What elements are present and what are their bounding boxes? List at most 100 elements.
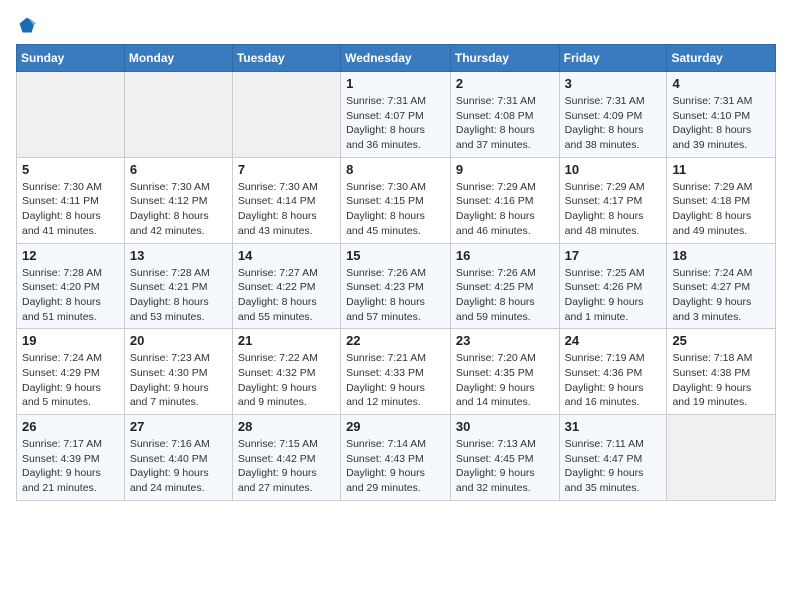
day-number: 11 xyxy=(672,162,770,177)
weekday-header: Sunday xyxy=(17,45,125,72)
calendar-cell: 9 Sunrise: 7:29 AM Sunset: 4:16 PM Daylig… xyxy=(450,157,559,243)
day-number: 22 xyxy=(346,333,445,348)
calendar-cell xyxy=(17,72,125,158)
day-number: 26 xyxy=(22,419,119,434)
calendar-week-row: 19 Sunrise: 7:24 AM Sunset: 4:29 PM Dayli… xyxy=(17,329,776,415)
calendar-cell xyxy=(124,72,232,158)
day-number: 17 xyxy=(565,248,662,263)
calendar-cell: 15 Sunrise: 7:26 AM Sunset: 4:23 PM Dayli… xyxy=(341,243,451,329)
day-info: Sunrise: 7:27 AM Sunset: 4:22 PM Dayligh… xyxy=(238,266,335,325)
weekday-header: Monday xyxy=(124,45,232,72)
calendar-cell: 4 Sunrise: 7:31 AM Sunset: 4:10 PM Daylig… xyxy=(667,72,776,158)
calendar-cell: 7 Sunrise: 7:30 AM Sunset: 4:14 PM Daylig… xyxy=(232,157,340,243)
day-info: Sunrise: 7:24 AM Sunset: 4:27 PM Dayligh… xyxy=(672,266,770,325)
day-info: Sunrise: 7:21 AM Sunset: 4:33 PM Dayligh… xyxy=(346,351,445,410)
day-number: 14 xyxy=(238,248,335,263)
day-number: 28 xyxy=(238,419,335,434)
day-number: 20 xyxy=(130,333,227,348)
day-number: 15 xyxy=(346,248,445,263)
calendar-cell: 31Sunrise: 7:11 AM Sunset: 4:47 PM Dayli… xyxy=(559,415,667,501)
calendar-cell: 2Sunrise: 7:31 AM Sunset: 4:08 PM Daylig… xyxy=(450,72,559,158)
calendar-cell: 20Sunrise: 7:23 AM Sunset: 4:30 PM Dayli… xyxy=(124,329,232,415)
day-info: Sunrise: 7:26 AM Sunset: 4:23 PM Dayligh… xyxy=(346,266,445,325)
day-info: Sunrise: 7:29 AM Sunset: 4:17 PM Dayligh… xyxy=(565,180,662,239)
day-info: Sunrise: 7:28 AM Sunset: 4:21 PM Dayligh… xyxy=(130,266,227,325)
day-number: 8 xyxy=(346,162,445,177)
calendar-cell: 11 Sunrise: 7:29 AM Sunset: 4:18 PM Dayli… xyxy=(667,157,776,243)
day-info: Sunrise: 7:22 AM Sunset: 4:32 PM Dayligh… xyxy=(238,351,335,410)
calendar-cell: 30Sunrise: 7:13 AM Sunset: 4:45 PM Dayli… xyxy=(450,415,559,501)
day-number: 19 xyxy=(22,333,119,348)
day-info: Sunrise: 7:30 AM Sunset: 4:11 PM Dayligh… xyxy=(22,180,119,239)
calendar-table: SundayMondayTuesdayWednesdayThursdayFrid… xyxy=(16,44,776,501)
day-number: 3 xyxy=(565,76,662,91)
weekday-header: Wednesday xyxy=(341,45,451,72)
day-number: 16 xyxy=(456,248,554,263)
day-number: 5 xyxy=(22,162,119,177)
calendar-cell: 14 Sunrise: 7:27 AM Sunset: 4:22 PM Dayli… xyxy=(232,243,340,329)
day-info: Sunrise: 7:20 AM Sunset: 4:35 PM Dayligh… xyxy=(456,351,554,410)
calendar-cell: 16 Sunrise: 7:26 AM Sunset: 4:25 PM Dayli… xyxy=(450,243,559,329)
day-info: Sunrise: 7:31 AM Sunset: 4:07 PM Dayligh… xyxy=(346,94,445,153)
day-info: Sunrise: 7:31 AM Sunset: 4:08 PM Dayligh… xyxy=(456,94,554,153)
day-number: 23 xyxy=(456,333,554,348)
day-number: 21 xyxy=(238,333,335,348)
calendar-cell: 1 Sunrise: 7:31 AM Sunset: 4:07 PM Daylig… xyxy=(341,72,451,158)
calendar-cell: 25 Sunrise: 7:18 AM Sunset: 4:38 PM Dayli… xyxy=(667,329,776,415)
day-number: 1 xyxy=(346,76,445,91)
day-number: 12 xyxy=(22,248,119,263)
calendar-cell: 24 Sunrise: 7:19 AM Sunset: 4:36 PM Dayli… xyxy=(559,329,667,415)
logo-icon xyxy=(18,16,36,34)
day-info: Sunrise: 7:14 AM Sunset: 4:43 PM Dayligh… xyxy=(346,437,445,496)
day-info: Sunrise: 7:25 AM Sunset: 4:26 PM Dayligh… xyxy=(565,266,662,325)
calendar-cell: 10 Sunrise: 7:29 AM Sunset: 4:17 PM Dayli… xyxy=(559,157,667,243)
day-info: Sunrise: 7:29 AM Sunset: 4:16 PM Dayligh… xyxy=(456,180,554,239)
calendar-week-row: 1 Sunrise: 7:31 AM Sunset: 4:07 PM Daylig… xyxy=(17,72,776,158)
day-info: Sunrise: 7:30 AM Sunset: 4:15 PM Dayligh… xyxy=(346,180,445,239)
weekday-header: Tuesday xyxy=(232,45,340,72)
day-number: 4 xyxy=(672,76,770,91)
day-info: Sunrise: 7:19 AM Sunset: 4:36 PM Dayligh… xyxy=(565,351,662,410)
day-info: Sunrise: 7:31 AM Sunset: 4:10 PM Dayligh… xyxy=(672,94,770,153)
day-number: 24 xyxy=(565,333,662,348)
day-info: Sunrise: 7:29 AM Sunset: 4:18 PM Dayligh… xyxy=(672,180,770,239)
calendar-cell xyxy=(667,415,776,501)
day-info: Sunrise: 7:18 AM Sunset: 4:38 PM Dayligh… xyxy=(672,351,770,410)
day-info: Sunrise: 7:17 AM Sunset: 4:39 PM Dayligh… xyxy=(22,437,119,496)
day-number: 30 xyxy=(456,419,554,434)
day-info: Sunrise: 7:16 AM Sunset: 4:40 PM Dayligh… xyxy=(130,437,227,496)
day-number: 7 xyxy=(238,162,335,177)
header xyxy=(16,16,776,34)
calendar-cell: 23 Sunrise: 7:20 AM Sunset: 4:35 PM Dayli… xyxy=(450,329,559,415)
day-info: Sunrise: 7:28 AM Sunset: 4:20 PM Dayligh… xyxy=(22,266,119,325)
calendar-cell: 28 Sunrise: 7:15 AM Sunset: 4:42 PM Dayli… xyxy=(232,415,340,501)
day-info: Sunrise: 7:26 AM Sunset: 4:25 PM Dayligh… xyxy=(456,266,554,325)
day-number: 29 xyxy=(346,419,445,434)
header-row: SundayMondayTuesdayWednesdayThursdayFrid… xyxy=(17,45,776,72)
day-info: Sunrise: 7:30 AM Sunset: 4:14 PM Dayligh… xyxy=(238,180,335,239)
calendar-cell: 3 Sunrise: 7:31 AM Sunset: 4:09 PM Daylig… xyxy=(559,72,667,158)
calendar-cell: 21 Sunrise: 7:22 AM Sunset: 4:32 PM Dayli… xyxy=(232,329,340,415)
calendar-cell: 27 Sunrise: 7:16 AM Sunset: 4:40 PM Dayli… xyxy=(124,415,232,501)
day-info: Sunrise: 7:31 AM Sunset: 4:09 PM Dayligh… xyxy=(565,94,662,153)
weekday-header: Friday xyxy=(559,45,667,72)
calendar-cell: 13 Sunrise: 7:28 AM Sunset: 4:21 PM Dayli… xyxy=(124,243,232,329)
day-info: Sunrise: 7:24 AM Sunset: 4:29 PM Dayligh… xyxy=(22,351,119,410)
calendar-week-row: 12 Sunrise: 7:28 AM Sunset: 4:20 PM Dayli… xyxy=(17,243,776,329)
day-number: 6 xyxy=(130,162,227,177)
calendar-cell: 18Sunrise: 7:24 AM Sunset: 4:27 PM Dayli… xyxy=(667,243,776,329)
day-number: 13 xyxy=(130,248,227,263)
day-number: 9 xyxy=(456,162,554,177)
day-info: Sunrise: 7:30 AM Sunset: 4:12 PM Dayligh… xyxy=(130,180,227,239)
calendar-cell: 17 Sunrise: 7:25 AM Sunset: 4:26 PM Dayli… xyxy=(559,243,667,329)
logo xyxy=(16,16,36,34)
weekday-header: Saturday xyxy=(667,45,776,72)
day-info: Sunrise: 7:15 AM Sunset: 4:42 PM Dayligh… xyxy=(238,437,335,496)
day-number: 10 xyxy=(565,162,662,177)
calendar-cell: 12 Sunrise: 7:28 AM Sunset: 4:20 PM Dayli… xyxy=(17,243,125,329)
calendar-cell: 19 Sunrise: 7:24 AM Sunset: 4:29 PM Dayli… xyxy=(17,329,125,415)
calendar-cell: 6 Sunrise: 7:30 AM Sunset: 4:12 PM Daylig… xyxy=(124,157,232,243)
day-number: 25 xyxy=(672,333,770,348)
day-number: 27 xyxy=(130,419,227,434)
day-number: 31 xyxy=(565,419,662,434)
